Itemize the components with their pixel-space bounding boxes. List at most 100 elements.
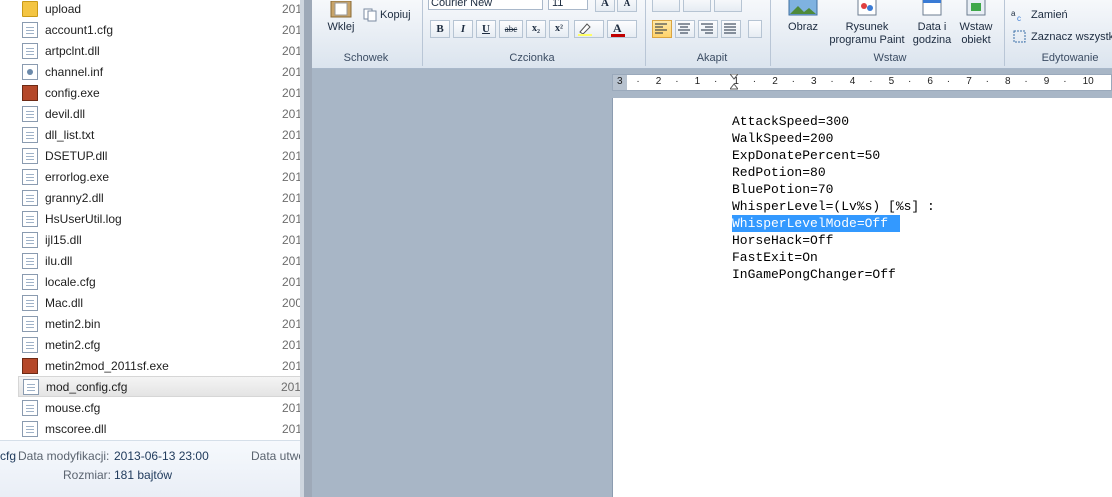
text-line[interactable]: WhisperLevel=(Lv%s) [%s] : — [732, 198, 935, 215]
svg-text:a: a — [1011, 9, 1016, 18]
file-row[interactable]: dll_list.txt 201 — [18, 124, 304, 145]
date-time-label-line1: Data i — [917, 21, 947, 33]
file-icon — [22, 189, 38, 206]
file-row[interactable]: mod_config.cfg 201 — [18, 376, 304, 397]
object-icon — [966, 0, 986, 16]
font-group-label: Czcionka — [509, 52, 555, 64]
text-color-button[interactable]: A — [607, 20, 637, 38]
ruler-label: 8 — [1005, 76, 1011, 87]
file-row[interactable]: ilu.dll 201 — [18, 250, 304, 271]
copy-button[interactable]: Kopiuj — [362, 6, 418, 24]
underline-button[interactable]: U — [476, 20, 496, 38]
select-all-button[interactable]: Zaznacz wszystk — [1010, 28, 1112, 46]
font-name-select[interactable]: Courier New — [428, 0, 543, 10]
picture-button[interactable]: Obraz — [782, 0, 822, 46]
file-icon — [22, 105, 38, 122]
file-name: ilu.dll — [45, 253, 73, 268]
size-label: Rozmiar: — [63, 468, 112, 482]
clipboard-group-label: Schowek — [343, 52, 389, 64]
align-center-button[interactable] — [675, 20, 695, 38]
paste-label: Wklej — [327, 21, 355, 33]
bold-button[interactable]: B — [430, 20, 450, 38]
ruler-label: 2 — [772, 76, 778, 87]
svg-text:c: c — [1017, 14, 1021, 22]
svg-text:A: A — [613, 21, 622, 35]
shrink-font-button[interactable]: A — [617, 0, 637, 12]
selected-text-line[interactable]: WhisperLevelMode=Off — [732, 215, 901, 232]
ribbon: Wklej Kopiuj Schowek Courier New 11 A A … — [312, 0, 1112, 69]
text-line[interactable]: RedPotion=80 — [732, 164, 826, 181]
date-time-button[interactable]: Data i godzina — [910, 0, 952, 46]
text-line[interactable]: AttackSpeed=300 — [732, 113, 849, 130]
modified-label: Data modyfikacji: — [18, 449, 110, 463]
replace-button[interactable]: ac Zamień — [1010, 6, 1110, 24]
file-icon — [22, 21, 38, 38]
strikethrough-button[interactable]: abc — [499, 20, 523, 38]
file-row[interactable]: granny2.dll 201 — [18, 187, 304, 208]
ruler-label: 3 — [811, 76, 817, 87]
paint-drawing-button[interactable]: Rysunek programu Paint — [824, 0, 908, 46]
text-line[interactable]: WalkSpeed=200 — [732, 130, 833, 147]
file-row[interactable]: locale.cfg 201 — [18, 271, 304, 292]
config-file-icon — [22, 63, 38, 80]
superscript-button[interactable]: x² — [549, 20, 569, 38]
text-line[interactable]: FastExit=On — [732, 249, 818, 266]
copy-label: Kopiuj — [380, 9, 411, 21]
file-row[interactable]: mscoree.dll 201 — [18, 418, 304, 439]
paint-label-line2: programu Paint — [829, 34, 905, 46]
grow-font-button[interactable]: A — [595, 0, 615, 12]
decrease-indent-button[interactable] — [652, 0, 680, 12]
file-row[interactable]: metin2mod_2011sf.exe 201 — [18, 355, 304, 376]
file-icon — [22, 126, 38, 143]
text-line[interactable]: BluePotion=70 — [732, 181, 833, 198]
align-left-button[interactable] — [652, 20, 672, 38]
font-size-select[interactable]: 11 — [548, 0, 588, 10]
file-name: mouse.cfg — [45, 400, 101, 415]
list-button[interactable] — [683, 0, 711, 12]
file-row[interactable]: config.exe 201 — [18, 82, 304, 103]
file-row[interactable]: metin2.bin 201 — [18, 313, 304, 334]
file-name: artpclnt.dll — [45, 43, 100, 58]
line-spacing-button[interactable] — [714, 0, 742, 12]
file-row[interactable]: devil.dll 201 — [18, 103, 304, 124]
italic-button[interactable]: I — [453, 20, 473, 38]
file-row[interactable]: ijl15.dll 201 — [18, 229, 304, 250]
file-row[interactable]: upload 201 — [18, 0, 304, 19]
paragraph-group-label: Akapit — [696, 52, 728, 64]
file-row[interactable]: artpclnt.dll 201 — [18, 40, 304, 61]
file-row[interactable]: Mac.dll 200 — [18, 292, 304, 313]
subscript-button[interactable]: x₂ — [526, 20, 546, 38]
file-icon — [23, 378, 39, 395]
paste-button[interactable]: Wklej — [322, 0, 358, 46]
file-icon — [22, 147, 38, 164]
file-row[interactable]: account1.cfg 201 — [18, 19, 304, 40]
ruler-label: · — [830, 76, 834, 87]
ruler-label: 3 — [617, 76, 623, 87]
document-page[interactable]: AttackSpeed=300 WalkSpeed=200 ExpDonatePer… — [612, 98, 1112, 497]
text-line[interactable]: InGamePongChanger=Off — [732, 266, 896, 283]
indent-marker-icon[interactable] — [728, 73, 740, 90]
ruler-label: 7 — [966, 76, 972, 87]
ruler-label: · — [1024, 76, 1028, 87]
group-separator — [645, 0, 646, 66]
text-line[interactable]: ExpDonatePercent=50 — [732, 147, 880, 164]
file-icon — [22, 168, 38, 185]
text-line[interactable]: HorseHack=Off — [732, 232, 833, 249]
file-icon — [22, 399, 38, 416]
file-row[interactable]: metin2.cfg 201 — [18, 334, 304, 355]
file-row[interactable]: mouse.cfg 201 — [18, 397, 304, 418]
file-icon — [22, 252, 38, 269]
paragraph-button[interactable] — [748, 20, 762, 38]
app-icon — [22, 357, 38, 374]
file-row[interactable]: errorlog.exe 201 — [18, 166, 304, 187]
highlighter-icon — [578, 23, 592, 36]
window-border — [304, 0, 312, 497]
justify-button[interactable] — [721, 20, 741, 38]
align-right-button[interactable] — [698, 20, 718, 38]
file-row[interactable]: DSETUP.dll 201 — [18, 145, 304, 166]
file-row[interactable]: channel.inf 201 — [18, 61, 304, 82]
file-row[interactable]: HsUserUtil.log 201 — [18, 208, 304, 229]
insert-object-button[interactable]: Wstaw obiekt — [954, 0, 996, 46]
horizontal-ruler[interactable]: 3 · 2 · 1 · 1 · 2 · 3 · 4 · 5 · 6 · 7 · 8 · 9 · 10 — [612, 73, 1112, 91]
highlight-color-button[interactable] — [574, 20, 604, 38]
